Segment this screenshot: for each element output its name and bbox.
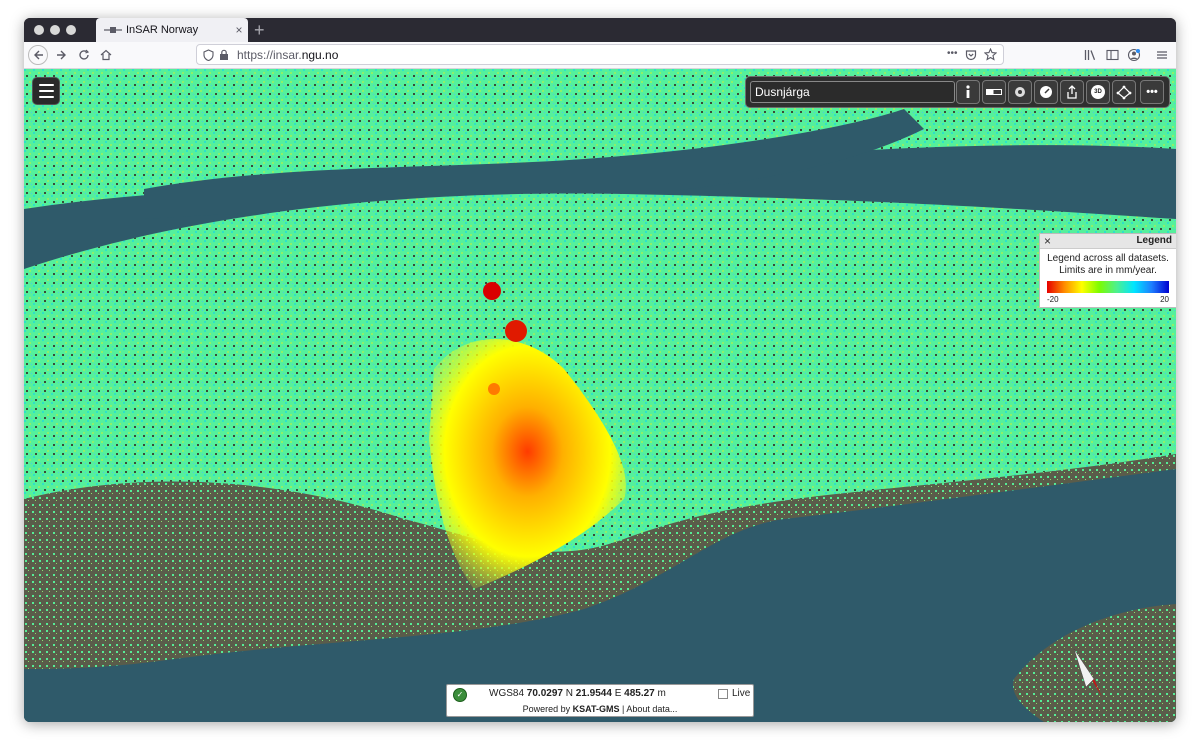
library-icon[interactable] [1080,45,1100,65]
bookmark-star-icon[interactable] [984,48,997,61]
zoom-window-button[interactable] [66,25,76,35]
compass-icon[interactable] [1034,80,1058,104]
tab-strip: InSAR Norway × + [24,18,1176,42]
tab-close-icon[interactable]: × [230,23,248,37]
home-icon[interactable] [96,45,116,65]
navigation-bar: https://insar.ngu.no ••• [24,42,1176,69]
address-bar[interactable]: https://insar.ngu.no ••• [196,44,1004,65]
measure-icon[interactable] [1112,80,1136,104]
insar-3d-map[interactable]: 3D ••• × Legend Legend across all datase… [24,69,1176,722]
about-data-link[interactable]: About data... [626,704,677,714]
main-menu-button[interactable] [32,77,60,105]
legend-description: Legend across all datasets. Limits are i… [1047,253,1169,276]
legend-header: × Legend [1040,234,1176,249]
back-arrow-icon[interactable] [28,45,48,65]
ngu-logo-icon: ✓ [453,688,467,702]
tab-title: InSAR Norway [126,24,199,36]
live-toggle[interactable]: Live [718,688,750,699]
legend-min: -20 [1047,295,1059,304]
reload-icon[interactable] [74,45,94,65]
coordinate-readout: WGS84 70.0297 N 21.9544 E 485.27 m [489,688,666,699]
lock-icon[interactable] [219,49,229,61]
legend-title: Legend [1136,235,1172,246]
live-checkbox[interactable] [718,688,728,699]
new-tab-button[interactable]: + [254,19,265,41]
url-text: https://insar.ngu.no [237,48,339,62]
forward-arrow-icon[interactable] [52,45,72,65]
more-icon[interactable]: ••• [1140,80,1164,104]
page-actions-icon[interactable]: ••• [947,48,958,59]
pocket-icon[interactable] [965,49,977,61]
map-toolbar: 3D ••• [745,76,1170,108]
hamburger-menu-icon[interactable] [1152,45,1172,65]
legend-color-bar [1047,281,1169,293]
terrain-scene[interactable] [24,69,1176,722]
settings-icon[interactable] [1008,80,1032,104]
3d-icon[interactable]: 3D [1086,80,1110,104]
close-window-button[interactable] [34,25,44,35]
legend-max: 20 [1160,295,1169,304]
sidebar-icon[interactable] [1102,45,1122,65]
legend-ticks: -20 20 [1047,295,1169,304]
status-bar: ✓ WGS84 70.0297 N 21.9544 E 485.27 m Liv… [446,684,754,717]
share-icon[interactable] [1060,80,1084,104]
shield-icon[interactable] [203,49,214,61]
browser-window: InSAR Norway × + https://insar.ngu.no ••… [24,18,1176,722]
satellite-icon [104,27,122,33]
info-icon[interactable] [956,80,980,104]
location-search-input[interactable] [750,81,955,103]
legend-panel: × Legend Legend across all datasets. Lim… [1039,233,1176,308]
account-icon[interactable] [1124,45,1144,65]
tab-insar-norway[interactable]: InSAR Norway × [96,18,248,42]
minimize-window-button[interactable] [50,25,60,35]
split-slider-icon[interactable] [982,80,1006,104]
attribution: Powered by KSAT-GMS | About data... [522,704,678,714]
legend-close-icon[interactable]: × [1044,234,1051,248]
